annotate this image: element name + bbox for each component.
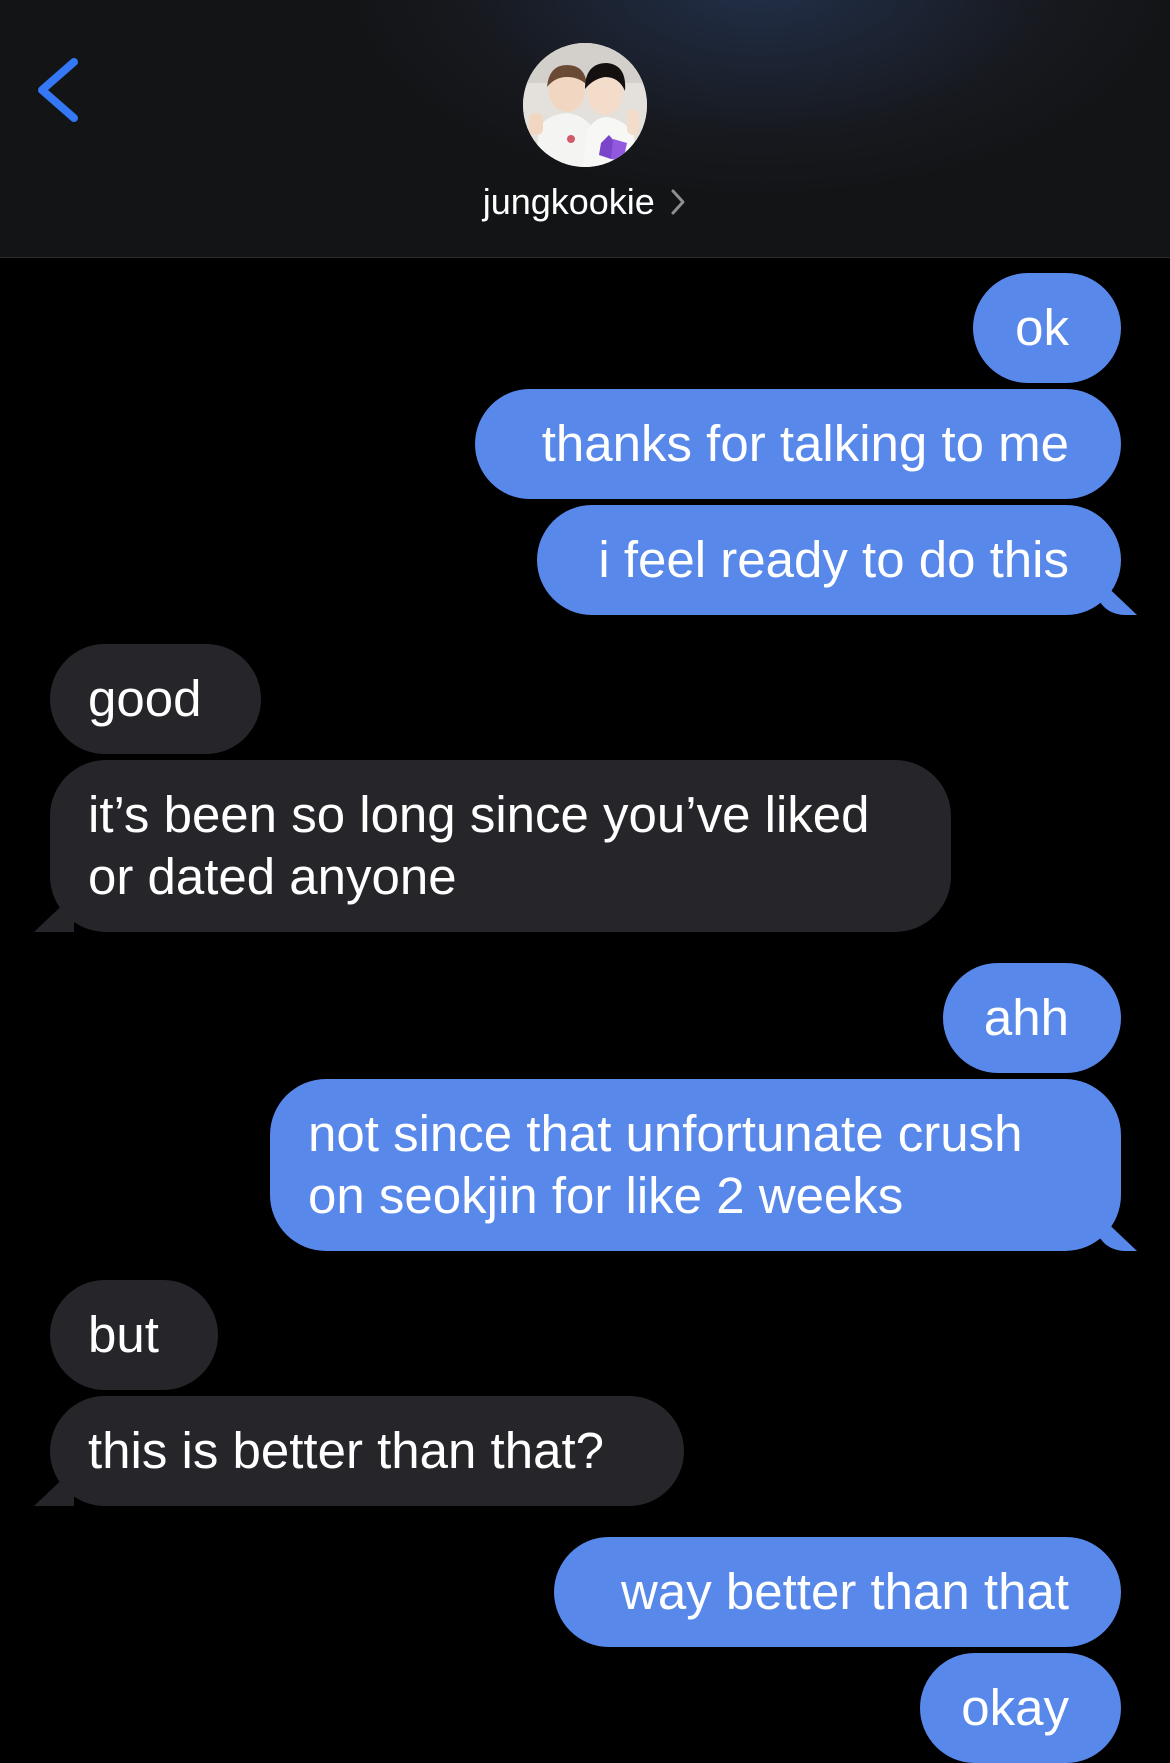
message-text: ok [1015,299,1069,356]
message-bubble-sent[interactable]: okay [920,1653,1121,1763]
message-bubble-sent[interactable]: ahh [943,963,1121,1073]
message-bubble-received[interactable]: but [50,1280,218,1390]
message-text: good [88,670,202,727]
message-bubble-sent[interactable]: thanks for talking to me [475,389,1121,499]
message-bubble-sent[interactable]: ok [973,273,1121,383]
message-bubble-received[interactable]: good [50,644,261,754]
message-text: or dated anyone [88,848,457,905]
contact-name: jungkookie [482,181,655,222]
message-text: on seokjin for like 2 weeks [308,1167,904,1224]
back-button[interactable] [30,50,90,130]
message-text: but [88,1306,159,1363]
chevron-right-icon [671,189,685,215]
contact-name-button[interactable]: jungkookie [0,176,1170,228]
chevron-left-icon [38,58,78,122]
message-text: not since that unfortunate crush [308,1105,1023,1162]
message-text: this is better than that? [88,1422,604,1479]
avatar-photo [523,43,647,167]
conversation-header: jungkookie [0,0,1170,258]
message-text: ahh [983,989,1069,1046]
message-text: it’s been so long since you’ve liked [88,786,870,843]
message-bubble-sent[interactable]: not since that unfortunate crush on seok… [270,1079,1121,1251]
contact-avatar[interactable] [523,43,647,167]
message-text: i feel ready to do this [598,531,1069,588]
message-bubble-sent[interactable]: way better than that [554,1537,1121,1647]
message-bubble-sent[interactable]: i feel ready to do this [537,505,1121,615]
message-text: thanks for talking to me [541,415,1069,472]
message-text: way better than that [621,1563,1069,1620]
message-thread[interactable]: ok thanks for talking to me i feel ready… [0,258,1170,1763]
message-bubble-received[interactable]: this is better than that? [50,1396,684,1506]
message-bubble-received[interactable]: it’s been so long since you’ve liked or … [50,760,951,932]
message-text: okay [961,1679,1069,1736]
